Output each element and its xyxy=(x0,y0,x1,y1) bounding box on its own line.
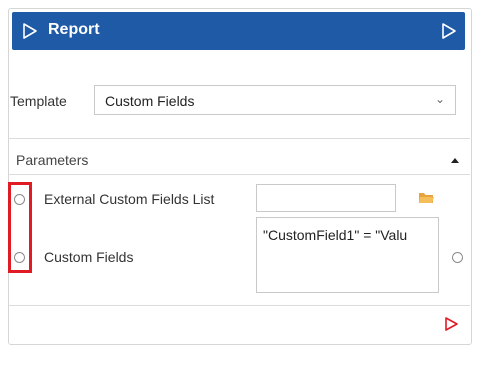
run-icon[interactable] xyxy=(439,21,459,41)
external-custom-fields-label: External Custom Fields List xyxy=(44,191,215,207)
template-value: Custom Fields xyxy=(105,93,195,109)
play-outline-icon[interactable] xyxy=(20,21,40,41)
custom-fields-textarea[interactable]: "CustomField1" = "Valu xyxy=(256,217,439,293)
custom-fields-label: Custom Fields xyxy=(44,249,134,265)
divider xyxy=(8,138,470,139)
radio-external-custom-fields[interactable] xyxy=(14,194,25,205)
report-panel xyxy=(8,8,472,345)
divider xyxy=(8,174,470,175)
report-header[interactable]: Report xyxy=(12,12,465,50)
template-select[interactable]: Custom Fields ⌄ xyxy=(94,85,456,115)
custom-fields-value: "CustomField1" = "Valu xyxy=(263,227,408,243)
radio-custom-fields[interactable] xyxy=(14,252,25,263)
folder-icon[interactable] xyxy=(418,191,434,204)
report-title: Report xyxy=(48,21,100,38)
run-output-icon[interactable] xyxy=(443,316,459,332)
external-custom-fields-input[interactable] xyxy=(256,184,396,212)
parameters-label: Parameters xyxy=(16,152,89,168)
collapse-arrow-icon[interactable] xyxy=(450,156,460,164)
template-label: Template xyxy=(10,93,67,109)
chevron-down-icon[interactable]: ⌄ xyxy=(435,92,445,106)
custom-fields-side-radio[interactable] xyxy=(452,252,463,263)
divider xyxy=(8,305,470,306)
